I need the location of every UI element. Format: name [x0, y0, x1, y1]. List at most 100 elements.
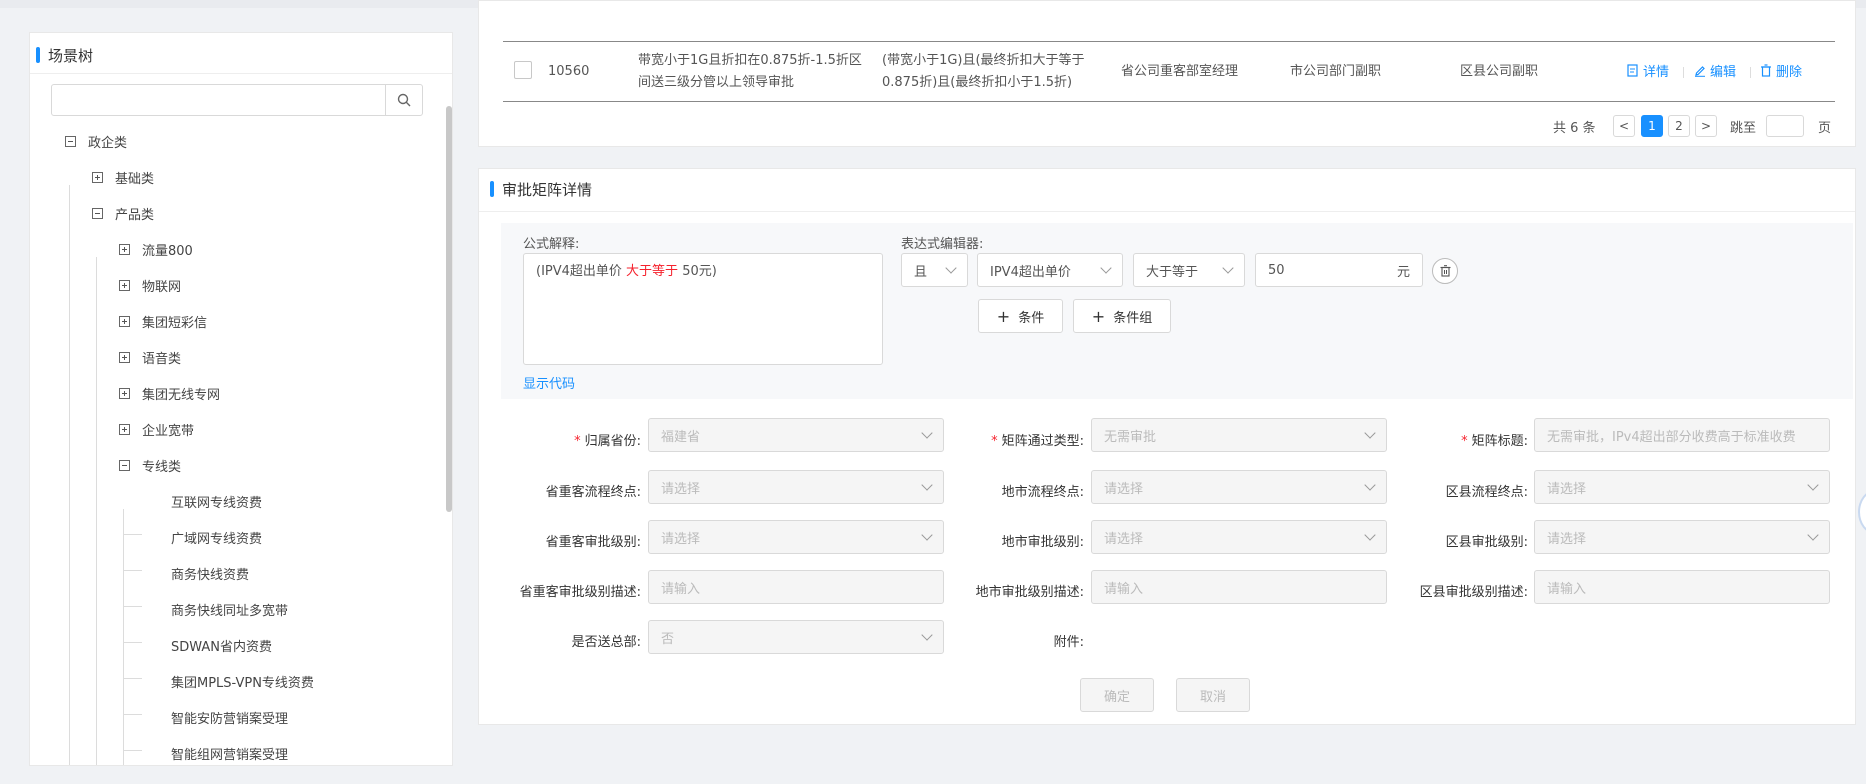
next-page-button[interactable]: > [1695, 115, 1717, 137]
page-1-button[interactable]: 1 [1641, 115, 1663, 137]
divider [479, 211, 1855, 212]
required-mark: * [991, 434, 998, 449]
pass-type-label: * 矩阵通过类型: [991, 430, 1084, 449]
province-select[interactable]: 福建省 [648, 418, 944, 452]
tree-leaf[interactable]: 集团MPLS-VPN专线资费 [171, 669, 314, 693]
add-condition-button[interactable]: + 条件 [978, 299, 1063, 333]
trash-icon [1440, 265, 1450, 277]
prov-level-select[interactable]: 请选择 [648, 520, 944, 554]
city-end-select[interactable]: 请选择 [1091, 470, 1387, 504]
operator-select[interactable]: 大于等于 [1133, 253, 1245, 287]
tree-node-broadband[interactable]: 企业宽带 [119, 417, 194, 441]
add-condition-group-button[interactable]: + 条件组 [1073, 299, 1171, 333]
confirm-button[interactable]: 确定 [1080, 678, 1154, 712]
jump-page-input[interactable] [1766, 115, 1804, 137]
tree-leaf[interactable]: 商务快线资费 [171, 561, 249, 585]
tree-leaf[interactable]: SDWAN省内资费 [171, 633, 272, 657]
delete-link[interactable]: 删除 [1760, 61, 1802, 80]
delete-label: 删除 [1776, 65, 1803, 80]
prov-level-desc-input[interactable]: 请输入 [648, 570, 944, 604]
floating-assistant-button[interactable] [1858, 490, 1866, 534]
prov-level-label: 省重客审批级别: [545, 535, 641, 550]
chevron-down-icon [921, 427, 933, 439]
field-select[interactable]: IPV4超出单价 [977, 253, 1123, 287]
detail-icon [1627, 64, 1638, 77]
expand-icon[interactable] [92, 171, 103, 183]
placeholder: 请选择 [1547, 531, 1587, 547]
tree-node-dedicated[interactable]: 专线类 [119, 453, 181, 477]
tree-node-flow800[interactable]: 流量800 [119, 237, 193, 261]
tree-node-iot[interactable]: 物联网 [119, 273, 181, 297]
pass-type-select[interactable]: 无需审批 [1091, 418, 1387, 452]
expand-icon[interactable] [119, 279, 130, 291]
county-level-desc-label: 区县审批级别描述: [1419, 585, 1528, 600]
tree-search-input[interactable] [51, 84, 423, 116]
prov-level-desc-label: 省重客审批级别描述: [519, 585, 641, 600]
county-end-select[interactable]: 请选择 [1534, 470, 1830, 504]
prov-end-label: 省重客流程终点: [545, 485, 641, 500]
collapse-icon[interactable] [65, 135, 76, 147]
tree-leaf[interactable]: 商务快线同址多宽带 [171, 597, 288, 621]
collapse-icon[interactable] [92, 207, 103, 219]
county-level-select[interactable]: 请选择 [1534, 520, 1830, 554]
show-code-link[interactable]: 显示代码 [523, 373, 575, 392]
city-level-select[interactable]: 请选择 [1091, 520, 1387, 554]
tree-leaf[interactable]: 智能组网营销案受理 [171, 741, 288, 765]
logic-select[interactable]: 且 [901, 253, 968, 287]
prev-page-button[interactable]: < [1613, 115, 1635, 137]
prov-end-select[interactable]: 请选择 [648, 470, 944, 504]
tree-node-zhengqi[interactable]: 政企类 [65, 129, 127, 153]
cancel-button[interactable]: 取消 [1176, 678, 1250, 712]
tree-node-wireless[interactable]: 集团无线专网 [119, 381, 220, 405]
tree-node-label: 互联网专线资费 [171, 495, 263, 511]
county-level-desc-input[interactable]: 请输入 [1534, 570, 1830, 604]
chevron-down-icon [945, 262, 957, 274]
tree-node-sms[interactable]: 集团短彩信 [119, 309, 207, 333]
required-mark: * [574, 434, 581, 449]
placeholder: 请输入 [1547, 581, 1587, 597]
expand-icon[interactable] [119, 423, 130, 435]
tree-leaf[interactable]: 互联网专线资费 [171, 489, 262, 513]
expand-icon[interactable] [119, 351, 130, 363]
tree-node-voice[interactable]: 语音类 [119, 345, 181, 369]
collapse-icon[interactable] [119, 459, 130, 471]
city-level-desc-input[interactable]: 请输入 [1091, 570, 1387, 604]
expand-icon[interactable] [119, 243, 130, 255]
label-text: 矩阵通过类型: [1001, 434, 1084, 449]
send-hq-select[interactable]: 否 [648, 620, 944, 654]
cell-city-approver: 市公司部门副职 [1290, 64, 1382, 79]
plus-icon: + [1091, 306, 1106, 326]
tree-node-product[interactable]: 产品类 [92, 201, 154, 225]
search-button[interactable] [385, 85, 422, 115]
tree-leaf[interactable]: 广域网专线资费 [171, 525, 262, 549]
cell-id: 10560 [548, 64, 590, 79]
cell-desc-line1: 带宽小于1G且折扣在0.875折-1.5折区 [638, 53, 862, 68]
edit-icon [1695, 65, 1705, 77]
tree-node-label: 广域网专线资费 [171, 531, 263, 547]
tree-node-label: 企业宽带 [142, 423, 195, 439]
chevron-down-icon [921, 479, 933, 491]
tree-guide-line [124, 750, 142, 751]
tree-guide-line [96, 257, 97, 765]
cell-desc-line2: 间送三级分管以上领导审批 [638, 75, 795, 90]
city-end-label: 地市流程终点: [1001, 485, 1084, 500]
row-checkbox[interactable] [514, 61, 532, 79]
value-input[interactable]: 50 元 [1255, 253, 1423, 287]
tree-leaf[interactable]: 智能安防营销案受理 [171, 705, 288, 729]
chevron-down-icon [921, 529, 933, 541]
tree-guide-line [124, 642, 142, 643]
pagination-total: 共 6 条 [1553, 120, 1596, 136]
placeholder: 请输入 [1104, 581, 1144, 597]
chevron-down-icon [1364, 529, 1376, 541]
matrix-title-input[interactable]: 无需审批，IPv4超出部分收费高于标准收费 [1534, 418, 1830, 452]
page-2-button[interactable]: 2 [1668, 115, 1690, 137]
edit-link[interactable]: 编辑 [1694, 61, 1736, 80]
expand-icon[interactable] [119, 315, 130, 327]
detail-link[interactable]: 详情 [1627, 61, 1669, 80]
delete-condition-button[interactable] [1432, 258, 1458, 284]
tree-node-basic[interactable]: 基础类 [92, 165, 154, 189]
expand-icon[interactable] [119, 387, 130, 399]
tree-node-label: 政企类 [88, 135, 128, 151]
tree-node-label: 商务快线同址多宽带 [171, 603, 289, 619]
tree-scrollbar[interactable] [446, 106, 452, 512]
